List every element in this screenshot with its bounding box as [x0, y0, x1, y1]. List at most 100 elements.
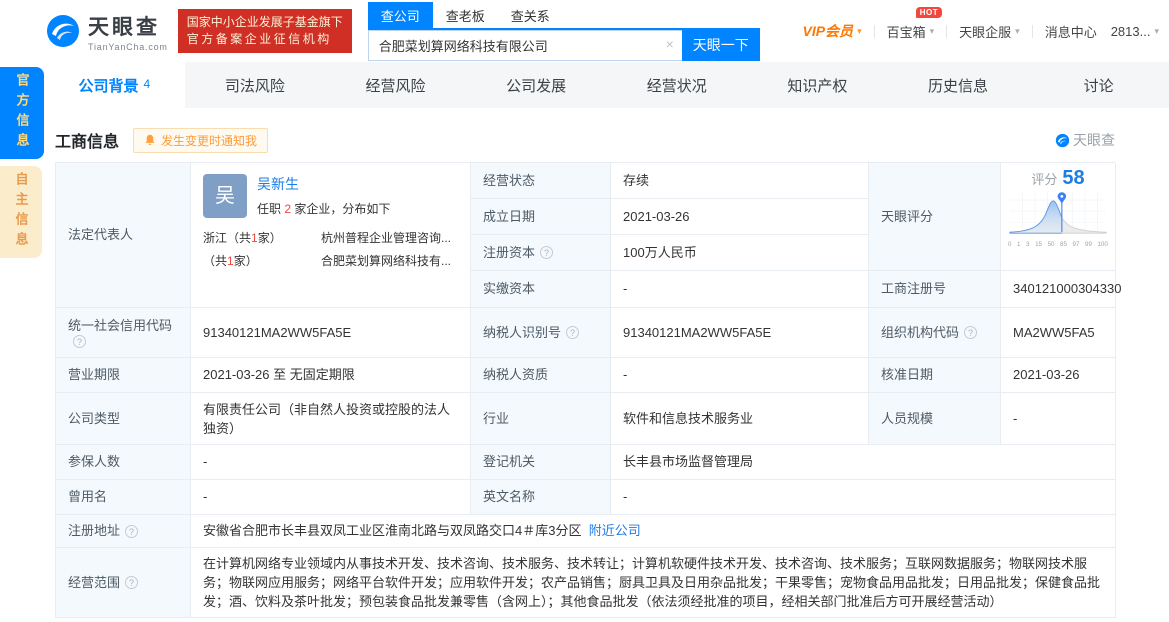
divider [946, 24, 948, 38]
field-value-business-scope: 在计算机网络专业领域内从事技术开发、技术咨询、技术服务、技术转让；计算机软硬件技… [191, 548, 1116, 618]
field-value-org-code: MA2WW5FA5 [1001, 308, 1116, 358]
tab-company-background[interactable]: 公司背景 4 [44, 62, 185, 108]
watermark-label: 天眼查 [1073, 132, 1115, 148]
field-label-est-date: 成立日期 [471, 199, 611, 235]
divider [873, 24, 875, 38]
tab-label: 司法风险 [224, 77, 285, 95]
field-label-reg-address: 注册地址 [56, 515, 191, 548]
related-company-link[interactable]: 杭州普程企业管理咨询... [321, 227, 451, 250]
tab-intellectual-property[interactable]: 知识产权 [747, 62, 888, 108]
business-info-table: 法定代表人 吴 吴新生 任职 2 家企业，分布如下 浙江（共1家） 杭州普程企业… [55, 162, 1121, 618]
notify-on-change-button[interactable]: 发生变更时通知我 [133, 127, 269, 153]
search-tab-company[interactable]: 查公司 [367, 1, 433, 28]
field-value-status: 存续 [611, 163, 869, 199]
tenure-suffix: 家企业，分布如下 [294, 202, 391, 216]
enterprise-services-link[interactable]: 天眼企服 [959, 22, 1020, 41]
logo-title: 天眼查 [88, 15, 160, 39]
field-value-staff-size: - [1001, 393, 1116, 445]
enterprise-services-label: 天眼企服 [959, 24, 1012, 40]
field-value-former-name: - [191, 480, 471, 515]
business-info-section: 工商信息 发生变更时通知我 天眼查 法定代表人 吴 吴新生 任职 2 家企业，分… [55, 123, 1121, 618]
legal-rep-tenure: 任职 2 家企业，分布如下 [257, 200, 390, 218]
tab-operating-risk[interactable]: 经营风险 [325, 62, 466, 108]
score-word: 评分 [1031, 172, 1058, 187]
field-value-est-date: 2021-03-26 [611, 199, 869, 235]
logo-subtitle: TianYanCha.com [88, 41, 168, 52]
tenure-prefix: 任职 [257, 202, 282, 216]
message-center-link[interactable]: 消息中心 [1045, 22, 1097, 41]
tab-judicial-risk[interactable]: 司法风险 [185, 62, 326, 108]
help-icon[interactable] [125, 576, 139, 589]
field-value-uscc: 91340121MA2WW5FA5E [191, 308, 471, 358]
vip-member-link[interactable]: VIP会员 [802, 21, 861, 41]
field-label-tax-qualification: 纳税人资质 [471, 358, 611, 393]
field-label-approval-date: 核准日期 [869, 358, 1001, 393]
sidebar-tab-label: 自主信息 [13, 172, 29, 252]
field-value-taxpayer-id: 91340121MA2WW5FA5E [611, 308, 869, 358]
field-label-english-name: 英文名称 [471, 480, 611, 515]
field-value-reg-no: 340121000304330 [1001, 271, 1121, 308]
notify-label: 发生变更时通知我 [161, 133, 258, 148]
field-label-former-name: 曾用名 [56, 480, 191, 515]
search-input[interactable] [367, 29, 682, 61]
help-icon[interactable] [73, 335, 86, 348]
field-label-term: 营业期限 [56, 358, 191, 393]
field-value-reg-capital: 100万人民币 [611, 235, 869, 271]
tab-label: 经营风险 [365, 77, 426, 95]
field-value-paid-capital: - [611, 271, 869, 308]
search-button[interactable]: 天眼一下 [681, 29, 760, 61]
field-value-tax-qualification: - [611, 358, 869, 393]
message-center-label: 消息中心 [1044, 24, 1097, 40]
field-value-english-name: - [611, 480, 1116, 515]
legal-rep-name-link[interactable]: 吴新生 [257, 175, 390, 193]
tianyancha-small-icon [1055, 133, 1070, 147]
avatar[interactable]: 吴 [203, 174, 247, 218]
sidebar-tab-official-info[interactable]: 官方信息 [0, 67, 44, 159]
account-menu[interactable]: 2813... [1111, 24, 1159, 39]
field-label-staff-size: 人员规模 [869, 393, 1001, 445]
treasure-box-link[interactable]: HOT 百宝箱 [887, 6, 943, 41]
search-tab-relation[interactable]: 查关系 [498, 2, 563, 28]
gov-badge-line1: 国家中小企业发展子基金旗下 [186, 15, 343, 29]
field-value-company-type: 有限责任公司（非自然人投资或控股的法人独资） [191, 393, 471, 445]
related-company-link[interactable]: 合肥菜划算网络科技有... [321, 250, 451, 273]
company-nav-tabs: 公司背景 4 司法风险 经营风险 公司发展 经营状况 知识产权 历史信息 讨论 [44, 62, 1169, 108]
gov-badge-line2: 官方备案企业征信机构 [186, 32, 332, 46]
tab-label: 知识产权 [787, 77, 848, 95]
clear-search-icon[interactable] [666, 37, 674, 51]
field-label-status: 经营状态 [471, 163, 611, 199]
field-label-tianyan-score: 天眼评分 [869, 163, 1001, 271]
sidebar-tab-label: 官方信息 [14, 73, 30, 153]
search-area: 查公司 查老板 查关系 天眼一下 [367, 1, 760, 61]
field-label-insured-count: 参保人数 [56, 445, 191, 480]
sidebar-tab-self-info[interactable]: 自主信息 [0, 166, 42, 258]
header-nav: VIP会员 HOT 百宝箱 天眼企服 消息中心 2813... [802, 6, 1169, 41]
help-icon[interactable] [964, 326, 978, 339]
tab-count: 4 [143, 77, 151, 91]
field-value-insured-count: - [191, 445, 471, 480]
watermark-logo: 天眼查 [1055, 130, 1115, 150]
help-icon[interactable] [125, 524, 139, 538]
score-value: 58 [1062, 167, 1085, 189]
help-icon[interactable] [540, 246, 554, 259]
field-value-registry: 长丰县市场监督管理局 [611, 445, 1116, 480]
top-header: 天眼查 TianYanCha.com 国家中小企业发展子基金旗下 官方备案企业征… [0, 0, 1169, 62]
region-label: 浙江（共1家） [203, 231, 282, 245]
tab-operating-status[interactable]: 经营状况 [607, 62, 748, 108]
chevron-down-icon [930, 26, 935, 37]
account-label: 2813... [1110, 23, 1151, 39]
field-value-reg-address: 安徽省合肥市长丰县双凤工业区淮南北路与双凤路交口4＃库3分区 附近公司 [191, 515, 1116, 548]
tab-history-info[interactable]: 历史信息 [888, 62, 1029, 108]
chevron-down-icon [857, 26, 862, 37]
tab-discussion[interactable]: 讨论 [1028, 62, 1169, 108]
help-icon[interactable] [566, 326, 580, 339]
tab-company-development[interactable]: 公司发展 [466, 62, 607, 108]
search-tab-boss[interactable]: 查老板 [433, 2, 498, 28]
tianyancha-logo[interactable]: 天眼查 TianYanCha.com [45, 11, 168, 52]
section-title: 工商信息 [55, 134, 120, 151]
chevron-down-icon [1015, 26, 1020, 37]
logo-text: 天眼查 TianYanCha.com [88, 11, 168, 52]
nearby-companies-link[interactable]: 附近公司 [589, 522, 641, 540]
field-label-reg-capital: 注册资本 [471, 235, 611, 271]
tianyan-score-chart[interactable]: 评分 58 0 1 3 15 50 85 97 99 100 [1001, 163, 1116, 271]
